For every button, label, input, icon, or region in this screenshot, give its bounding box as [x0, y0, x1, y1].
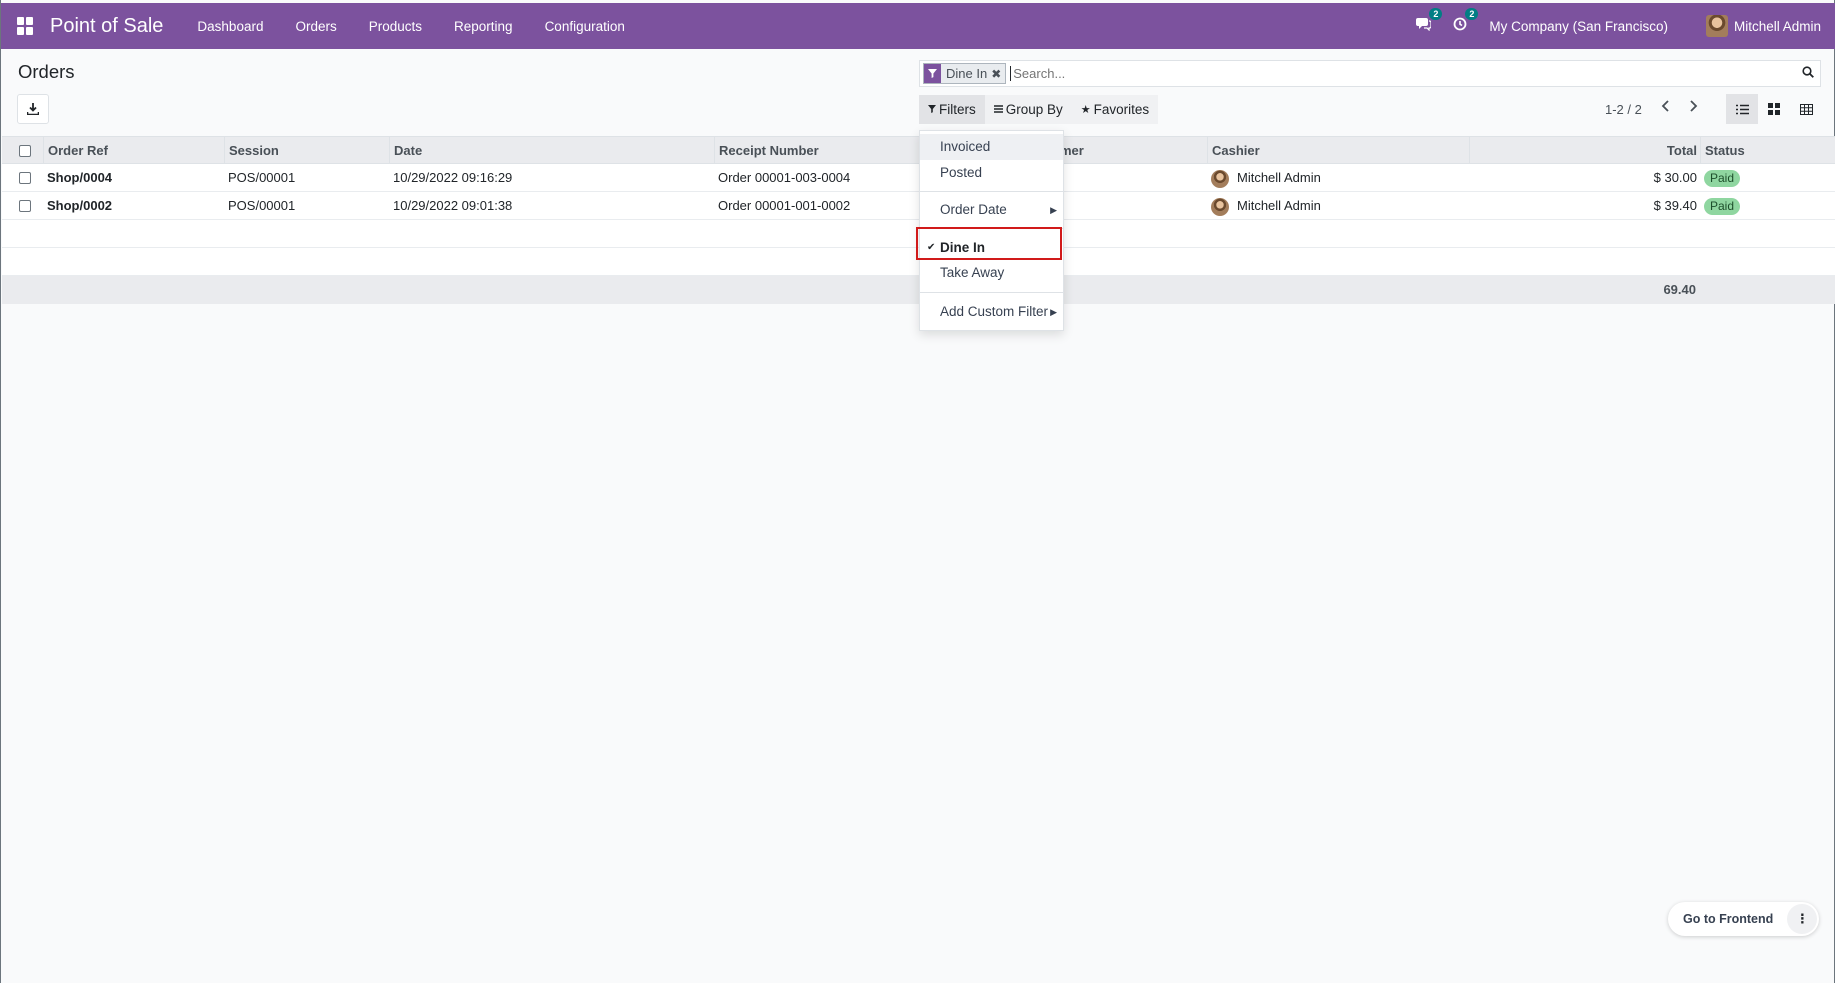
- cashier: Mitchell Admin: [1207, 164, 1321, 192]
- receipt-number: Order 00001-001-0002: [718, 198, 851, 213]
- filter-take-away[interactable]: Take Away: [920, 260, 1063, 286]
- facet-label: Dine In: [946, 66, 988, 81]
- col-date[interactable]: Date: [389, 137, 422, 165]
- col-session[interactable]: Session: [224, 137, 279, 165]
- group-by-button[interactable]: Group By: [984, 95, 1072, 124]
- search-input[interactable]: [1010, 66, 1820, 81]
- navbar-right: 2 2 My Company (San Francisco) Mitchell …: [1416, 3, 1835, 49]
- select-all-checkbox[interactable]: [19, 145, 31, 157]
- filter-order-date[interactable]: Order Date ▶: [920, 197, 1063, 223]
- filters-dropdown: Invoiced Posted Order Date ▶ ✔ Dine In T…: [919, 130, 1064, 331]
- download-button[interactable]: [17, 94, 49, 124]
- total: $ 39.40: [1653, 198, 1697, 213]
- download-icon: [27, 103, 39, 115]
- menu-orders[interactable]: Orders: [279, 19, 352, 34]
- search-bar: Dine In ✖: [919, 60, 1821, 87]
- chevron-right-icon[interactable]: [1688, 99, 1698, 115]
- list-bars-icon: [993, 104, 1003, 116]
- order-ref: Shop/0002: [47, 198, 113, 213]
- group-by-label: Group By: [1005, 102, 1063, 117]
- filter-funnel-icon: [924, 64, 941, 83]
- date: 10/29/2022 09:01:38: [393, 198, 513, 213]
- filter-dine-in[interactable]: ✔ Dine In: [920, 235, 1063, 261]
- cashier-name: Mitchell Admin: [1237, 170, 1321, 185]
- status-badge: Paid: [1704, 170, 1741, 187]
- user-menu[interactable]: Mitchell Admin: [1705, 15, 1821, 37]
- menu-configuration[interactable]: Configuration: [529, 19, 641, 34]
- menu-reporting[interactable]: Reporting: [438, 19, 529, 34]
- menu-dashboard[interactable]: Dashboard: [181, 19, 279, 34]
- activities-count-badge: 2: [1465, 8, 1479, 20]
- total: $ 30.00: [1653, 170, 1697, 185]
- order-ref: Shop/0004: [47, 170, 113, 185]
- user-name: Mitchell Admin: [1733, 18, 1821, 34]
- order-date-label: Order Date: [940, 202, 1007, 217]
- status: Paid: [1700, 192, 1741, 220]
- cashier: Mitchell Admin: [1207, 192, 1321, 220]
- date: 10/29/2022 09:16:29: [393, 170, 513, 185]
- favorites-button[interactable]: ★ Favorites: [1071, 95, 1159, 124]
- chevron-left-icon[interactable]: [1661, 99, 1671, 115]
- cashier-name: Mitchell Admin: [1237, 198, 1321, 213]
- session: POS/00001: [228, 170, 296, 185]
- search-facet: Dine In ✖: [923, 63, 1007, 84]
- page-title: Orders: [18, 61, 75, 82]
- chat-icon-svg: [1416, 18, 1432, 32]
- add-custom-filter-label: Add Custom Filter: [940, 304, 1049, 319]
- filter-invoiced[interactable]: Invoiced: [920, 134, 1063, 160]
- frontend-actions: Go to Frontend ⋮: [1668, 902, 1820, 936]
- list-view-icon[interactable]: [1726, 94, 1758, 124]
- kanban-view-icon[interactable]: [1758, 94, 1790, 124]
- row-checkbox[interactable]: [19, 172, 31, 184]
- messages-count-badge: 2: [1429, 8, 1443, 20]
- facet-remove-icon[interactable]: ✖: [991, 67, 1005, 81]
- caret-right-icon: ▶: [1050, 307, 1057, 317]
- company-switcher[interactable]: My Company (San Francisco): [1489, 19, 1668, 34]
- col-cashier[interactable]: Cashier: [1207, 137, 1260, 165]
- col-order-ref[interactable]: Order Ref: [43, 137, 108, 165]
- chat-icon[interactable]: 2: [1416, 8, 1443, 35]
- divider: [920, 292, 1063, 293]
- caret-right-icon: ▶: [1050, 205, 1057, 215]
- filters-button[interactable]: Filters: [919, 95, 985, 124]
- clock-icon-svg: [1453, 17, 1467, 31]
- pager-value[interactable]: 1-2 / 2: [1605, 102, 1642, 117]
- check-icon: ✔: [927, 242, 936, 253]
- view-switcher: [1726, 94, 1822, 124]
- avatar: [1705, 15, 1728, 37]
- menu-products[interactable]: Products: [353, 19, 438, 34]
- col-total[interactable]: Total: [1469, 137, 1697, 165]
- search-options: Filters Group By ★ Favorites: [919, 95, 1159, 124]
- avatar: [1211, 197, 1229, 216]
- row-checkbox[interactable]: [19, 200, 31, 212]
- pivot-view-icon[interactable]: [1790, 94, 1822, 124]
- app-brand[interactable]: Point of Sale: [50, 15, 163, 38]
- col-status[interactable]: Status: [1700, 137, 1745, 165]
- go-to-frontend-button[interactable]: Go to Frontend: [1668, 912, 1787, 926]
- divider: [920, 228, 1063, 229]
- filters-label: Filters: [939, 102, 976, 117]
- add-custom-filter[interactable]: Add Custom Filter ▶: [920, 299, 1063, 325]
- filter-posted[interactable]: Posted: [920, 160, 1063, 186]
- search-icon[interactable]: [1802, 66, 1814, 81]
- clock-icon[interactable]: 2: [1453, 8, 1479, 35]
- apps-grid-icon[interactable]: [17, 17, 35, 35]
- top-navbar: Point of Sale Dashboard Orders Products …: [1, 3, 1835, 49]
- star-icon: ★: [1080, 104, 1091, 116]
- more-options-icon[interactable]: ⋮: [1787, 904, 1818, 934]
- session: POS/00001: [228, 198, 296, 213]
- favorites-label: Favorites: [1093, 102, 1150, 117]
- status-badge: Paid: [1704, 198, 1741, 215]
- col-receipt-number[interactable]: Receipt Number: [714, 137, 819, 165]
- filter-funnel-icon: [928, 104, 936, 116]
- dine-in-label: Dine In: [940, 240, 986, 255]
- status: Paid: [1700, 164, 1741, 192]
- divider: [920, 191, 1063, 192]
- avatar: [1211, 169, 1229, 188]
- receipt-number: Order 00001-003-0004: [718, 170, 851, 185]
- total-sum: 69.40: [1663, 282, 1696, 297]
